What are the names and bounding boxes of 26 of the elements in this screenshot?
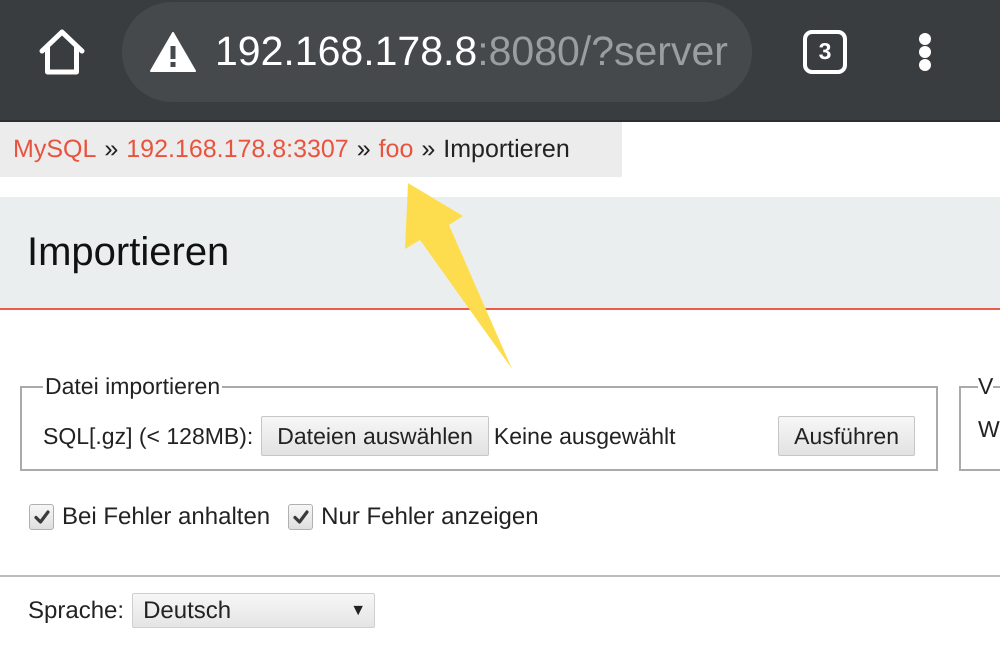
checkmark-icon: [34, 510, 50, 524]
breadcrumb-separator: »: [356, 135, 371, 164]
menu-icon[interactable]: [919, 32, 931, 70]
url-text: 192.168.178.8:8080/?server: [215, 28, 728, 75]
page-title: Importieren: [27, 230, 230, 275]
home-icon[interactable]: [38, 28, 86, 74]
fieldset-legend: Datei importieren: [43, 373, 222, 400]
fieldset-legend: V: [978, 373, 994, 400]
submit-button[interactable]: Ausführen: [778, 416, 915, 456]
breadcrumb-separator: »: [104, 135, 118, 164]
checkbox-label: Bei Fehler anhalten: [62, 503, 270, 531]
breadcrumb-current: Importieren: [443, 135, 570, 164]
language-label: Sprache:: [28, 596, 124, 624]
language-select[interactable]: Deutsch ▼: [132, 593, 376, 628]
checkbox[interactable]: [288, 504, 314, 530]
address-bar[interactable]: 192.168.178.8:8080/?server: [122, 2, 752, 102]
fieldset-text: W: [978, 416, 1000, 443]
tab-switcher-button[interactable]: 3: [803, 30, 847, 74]
breadcrumb-separator: »: [421, 135, 436, 164]
choose-files-button[interactable]: Dateien auswählen: [261, 416, 489, 456]
checkbox-label: Nur Fehler anzeigen: [321, 503, 539, 531]
file-status: Keine ausgewählt: [494, 422, 676, 450]
checkmark-icon: [292, 510, 309, 524]
checkbox[interactable]: [29, 504, 54, 530]
warning-icon: [150, 32, 196, 72]
file-label: SQL[.gz] (< 128MB):: [43, 422, 254, 450]
